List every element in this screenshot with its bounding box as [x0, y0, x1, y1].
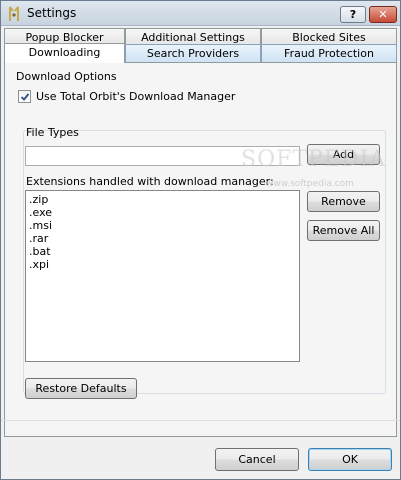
settings-window: Settings ? ✕ Popup Blocker Additional Se…: [0, 0, 401, 480]
use-download-manager-checkbox[interactable]: [18, 90, 31, 103]
watermark-url: www.softpedia.com: [266, 179, 354, 189]
tab-fraud-protection[interactable]: Fraud Protection: [261, 44, 397, 62]
list-item[interactable]: .rar: [29, 232, 296, 245]
remove-all-button[interactable]: Remove All: [307, 220, 380, 241]
tab-downloading[interactable]: Downloading: [4, 43, 125, 63]
use-download-manager-label: Use Total Orbit's Download Manager: [36, 90, 236, 103]
tab-search-providers[interactable]: Search Providers: [125, 44, 261, 62]
watermark-logo: SOFTPEDIA: [241, 147, 387, 172]
app-icon: [9, 6, 19, 21]
dialog-body: Popup Blocker Additional Settings Blocke…: [1, 26, 400, 479]
title-bar[interactable]: Settings ? ✕: [1, 1, 400, 26]
close-icon: ✕: [378, 8, 388, 21]
restore-defaults-button[interactable]: Restore Defaults: [25, 378, 137, 399]
list-item[interactable]: .xpi: [29, 258, 296, 271]
download-options-label: Download Options: [16, 70, 117, 83]
list-item[interactable]: .msi: [29, 219, 296, 232]
footer-separator: [1, 420, 400, 421]
help-icon: ?: [349, 8, 357, 21]
window-title: Settings: [27, 6, 77, 20]
extensions-list[interactable]: .zip .exe .msi .rar .bat .xpi: [25, 190, 300, 362]
list-item[interactable]: .exe: [29, 206, 296, 219]
help-button[interactable]: ?: [340, 6, 366, 23]
ok-button[interactable]: OK: [308, 448, 392, 471]
file-types-label: File Types: [26, 126, 79, 139]
list-item[interactable]: .zip: [29, 193, 296, 206]
list-item[interactable]: .bat: [29, 245, 296, 258]
remove-button[interactable]: Remove: [307, 191, 380, 212]
extensions-label: Extensions handled with download manager…: [26, 175, 274, 188]
close-button[interactable]: ✕: [369, 6, 397, 23]
cancel-button[interactable]: Cancel: [215, 448, 299, 471]
checkmark-icon: [20, 92, 29, 101]
